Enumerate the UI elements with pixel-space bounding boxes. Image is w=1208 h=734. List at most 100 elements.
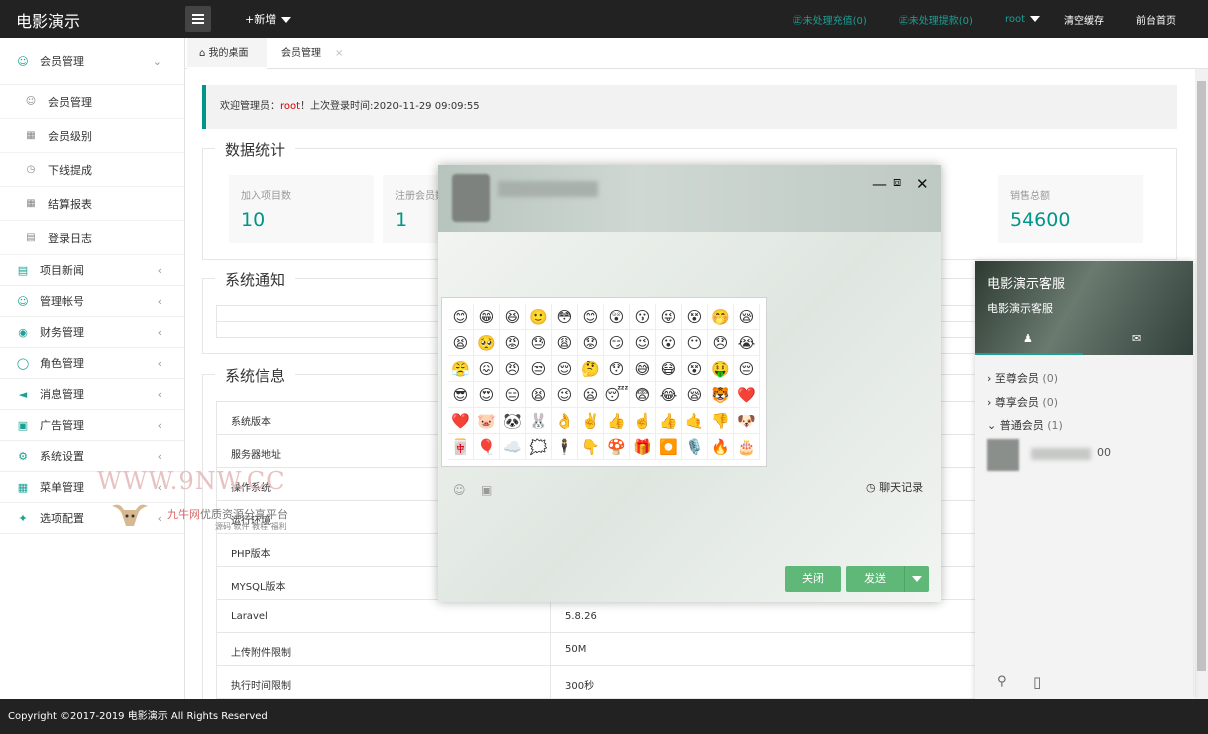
emoji-item[interactable]: 🥺 [474, 330, 500, 356]
emoji-item[interactable]: 🗯️ [526, 434, 552, 460]
emoji-item[interactable]: 😷 [656, 356, 682, 382]
group-normal[interactable]: ⌄ 普通会员 (1) [987, 417, 1063, 433]
emoji-item[interactable]: 🎙️ [682, 434, 708, 460]
emoji-item[interactable]: 😫 [526, 382, 552, 408]
emoji-item[interactable]: 🎁 [630, 434, 656, 460]
emoji-item[interactable]: ❤️ [448, 408, 474, 434]
emoji-item[interactable]: 🤑 [708, 356, 734, 382]
maximize-icon[interactable]: ⧈ [893, 175, 901, 190]
close-icon[interactable]: ✕ [916, 175, 929, 193]
skin-icon[interactable]: ▯ [1033, 673, 1041, 691]
emoji-item[interactable]: 👌 [552, 408, 578, 434]
emoji-item[interactable]: 😂 [656, 382, 682, 408]
emoji-item[interactable]: 😗 [630, 304, 656, 330]
emoji-item[interactable]: 😆 [500, 304, 526, 330]
emoji-item[interactable]: 🐰 [526, 408, 552, 434]
emoji-item[interactable]: 😎 [448, 382, 474, 408]
sidebar-item-ads[interactable]: ▣ 广告管理 ‹ [0, 410, 184, 441]
scrollbar[interactable] [1195, 69, 1208, 699]
chat-header[interactable]: — ⧈ ✕ [438, 165, 941, 232]
sidebar-item-accounts[interactable]: ☺ 管理帐号 ‹ [0, 286, 184, 317]
emoji-item[interactable]: 😏 [604, 330, 630, 356]
emoji-item[interactable]: 😊 [578, 304, 604, 330]
emoji-item[interactable]: 😓 [526, 330, 552, 356]
tab-home[interactable]: ⌂ 我的桌面 [187, 38, 267, 69]
emoji-item[interactable]: 😒 [526, 356, 552, 382]
send-options-button[interactable] [904, 566, 929, 592]
image-icon[interactable]: ▣ [481, 483, 492, 497]
minimize-icon[interactable]: — [872, 175, 887, 193]
emoji-item[interactable]: 🀄 [448, 434, 474, 460]
pending-withdraw-link[interactable]: ㊣未处理提款(0) [899, 12, 973, 27]
emoji-item[interactable]: 😪 [734, 304, 760, 330]
pending-recharge-link[interactable]: ㊣未处理充值(0) [793, 12, 867, 27]
emoji-item[interactable]: ✌️ [578, 408, 604, 434]
emoji-item[interactable]: ☝️ [630, 408, 656, 434]
sidebar-item-roles[interactable]: ◯ 角色管理 ‹ [0, 348, 184, 379]
sidebar-subitem-level[interactable]: ▦ 会员级别 [0, 119, 184, 153]
emoji-item[interactable]: 🤔 [578, 356, 604, 382]
emoji-item[interactable]: 😮 [656, 330, 682, 356]
scrollbar-thumb[interactable] [1197, 81, 1206, 671]
close-button[interactable]: 关闭 [785, 566, 841, 592]
emoji-item[interactable]: 😶 [682, 330, 708, 356]
group-supreme[interactable]: › 至尊会员 (0) [987, 370, 1058, 386]
emoji-item[interactable]: 🕴️ [552, 434, 578, 460]
emoji-item[interactable]: 😫 [448, 330, 474, 356]
sidebar-item-options[interactable]: ✦ 选项配置 ‹ [0, 503, 184, 534]
emoji-item[interactable]: 🤙 [682, 408, 708, 434]
emoji-item[interactable]: 🐷 [474, 408, 500, 434]
emoji-item[interactable]: 😊 [448, 304, 474, 330]
emoji-item[interactable]: 🙂 [526, 304, 552, 330]
emoji-item[interactable]: 🎂 [734, 434, 760, 460]
emoji-item[interactable]: 😲 [604, 304, 630, 330]
menu-toggle-button[interactable] [185, 6, 211, 32]
emoji-item[interactable]: 👍 [656, 408, 682, 434]
emoji-item[interactable]: 🍄 [604, 434, 630, 460]
emoji-item[interactable]: 👇 [578, 434, 604, 460]
emoji-item[interactable]: 🎈 [474, 434, 500, 460]
sidebar-subitem-report[interactable]: ▦ 结算报表 [0, 187, 184, 221]
app-logo[interactable]: 电影演示 [16, 8, 80, 32]
emoji-item[interactable]: 😯 [604, 356, 630, 382]
emoji-item[interactable]: 😜 [656, 304, 682, 330]
stat-projects[interactable]: 加入项目数 10 [229, 175, 374, 243]
emoji-item[interactable]: 😤 [448, 356, 474, 382]
sidebar-subitem-member[interactable]: ☺ 会员管理 [0, 85, 184, 119]
sidebar-subitem-login-log[interactable]: ▤ 登录日志 [0, 221, 184, 255]
emoji-item[interactable]: 😑 [500, 382, 526, 408]
emoji-item[interactable]: 😦 [578, 382, 604, 408]
emoji-item[interactable]: 😟 [578, 330, 604, 356]
sidebar-subitem-commission[interactable]: ◷ 下线提成 [0, 153, 184, 187]
emoji-item[interactable]: 😍 [474, 382, 500, 408]
emoji-item[interactable]: 😖 [474, 356, 500, 382]
emoji-item[interactable]: 😨 [630, 382, 656, 408]
emoji-item[interactable]: ⏺️ [656, 434, 682, 460]
emoji-item[interactable]: 😞 [708, 330, 734, 356]
chat-history-link[interactable]: ◷ 聊天记录 [866, 479, 923, 495]
emoji-item[interactable]: ❤️ [734, 382, 760, 408]
emoji-item[interactable]: 🤭 [708, 304, 734, 330]
sidebar-item-messages[interactable]: ◄ 消息管理 ‹ [0, 379, 184, 410]
user-menu[interactable]: root [1005, 14, 1040, 25]
emoji-item[interactable]: 😪 [682, 382, 708, 408]
emoji-item[interactable]: 😭 [734, 330, 760, 356]
member-list-item[interactable]: 00 [987, 436, 1187, 476]
emoji-item[interactable]: 😠 [500, 356, 526, 382]
emoji-item[interactable]: 😵 [682, 356, 708, 382]
emoji-item[interactable]: 🐯 [708, 382, 734, 408]
group-premium[interactable]: › 尊享会员 (0) [987, 394, 1058, 410]
close-icon[interactable]: × [335, 48, 343, 59]
user-icon[interactable]: ♟ [1023, 332, 1033, 345]
tab-member[interactable]: 会员管理 × [269, 38, 355, 69]
emoji-item[interactable]: 🐼 [500, 408, 526, 434]
emoji-item[interactable]: 😡 [500, 330, 526, 356]
emoji-item[interactable]: 🐶 [734, 408, 760, 434]
emoji-item[interactable]: 🔥 [708, 434, 734, 460]
sidebar-item-news[interactable]: ▤ 项目新闻 ‹ [0, 255, 184, 286]
emoji-item[interactable]: 😌 [552, 356, 578, 382]
emoji-icon[interactable]: ☺ [453, 483, 466, 497]
emoji-item[interactable]: 😴 [604, 382, 630, 408]
front-page-link[interactable]: 前台首页 [1136, 12, 1176, 27]
sidebar-item-finance[interactable]: ◉ 财务管理 ‹ [0, 317, 184, 348]
